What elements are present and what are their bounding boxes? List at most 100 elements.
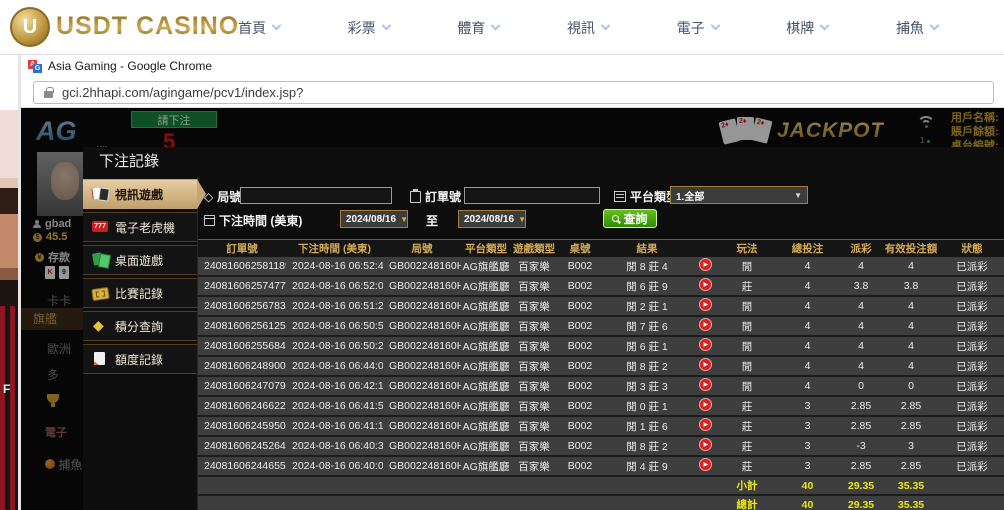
modal-title: 下注記錄 [83, 147, 1004, 177]
chevron-down-icon [272, 21, 282, 31]
column-header: 平台類型 [461, 240, 511, 258]
table-games-icon [92, 253, 108, 267]
sidebar-item-5[interactable]: 額度記錄 [83, 344, 197, 374]
date-to-label: 至 [426, 212, 438, 229]
chevron-down-icon [381, 21, 391, 31]
bet-row: 240816062489001 2024-08-16 06:44:00 GB00… [198, 356, 1004, 376]
subtotal-row: 小計 40 29.35 35.35 [198, 476, 1004, 495]
search-icon [612, 215, 619, 222]
dropdown-arrow-icon: ▼ [518, 215, 526, 224]
list-icon [614, 191, 626, 202]
nav-item-5[interactable]: 棋牌 [786, 18, 828, 38]
round-label: ◇ 局號 [204, 188, 241, 205]
column-header: 遊戲類型 [511, 240, 557, 258]
date-from-select[interactable]: 2024/08/16 ▼ [340, 210, 408, 228]
search-button[interactable]: 查詢 [603, 209, 657, 228]
column-header: 總投注 [775, 240, 840, 258]
site-logo-text: USDT CASINO [56, 12, 239, 41]
sidebar-item-4[interactable]: 積分查詢 [83, 311, 197, 341]
nav-item-0[interactable]: 首頁 [238, 18, 280, 38]
total-row: 總計 40 29.35 35.35 [198, 495, 1004, 510]
site-logo-coin: U [10, 7, 50, 47]
round-icon: ◇ [204, 190, 213, 204]
column-header: 訂單號 [198, 240, 286, 258]
round-input[interactable] [240, 187, 392, 204]
bet-records-modal: 下注記錄 視訊遊戲 電子老虎機 桌面遊戲 比賽記錄 積分查詢 額度記錄 [83, 147, 1004, 510]
play-video-button[interactable] [699, 338, 712, 351]
lock-icon [44, 91, 53, 98]
platform-type-select[interactable]: 1.全部 ▼ [670, 186, 808, 204]
column-header [691, 240, 719, 258]
column-header: 桌號 [557, 240, 603, 258]
bet-row: 240816062466225 2024-08-16 06:41:52 GB00… [198, 396, 1004, 416]
nav-item-6[interactable]: 捕魚 [896, 18, 938, 38]
dropdown-arrow-icon: ▼ [400, 215, 408, 224]
sidebar-item-1[interactable]: 電子老虎機 [83, 212, 197, 242]
chevron-down-icon [820, 21, 830, 31]
chevron-down-icon [601, 21, 611, 31]
chevron-down-icon [710, 21, 720, 31]
sidebar-item-0[interactable]: 視訊遊戲 [83, 179, 197, 209]
nav-item-4[interactable]: 電子 [677, 18, 719, 38]
play-video-button[interactable] [699, 318, 712, 331]
play-video-button[interactable] [699, 278, 712, 291]
chrome-urlbar: gci.2hhapi.com/agingame/pcv1/index.jsp? [21, 77, 1004, 108]
play-video-button[interactable] [699, 438, 712, 451]
ag-content: AG ASIA GAMING 請下注 5 gbad $ 45.5 ¥ 存款 K … [21, 108, 1004, 510]
calendar-icon [204, 215, 215, 226]
points-icon [92, 319, 108, 333]
order-input[interactable] [464, 187, 600, 204]
bet-row: 240816062459507 2024-08-16 06:41:16 GB00… [198, 416, 1004, 436]
chevron-down-icon [929, 21, 939, 31]
date-to-select[interactable]: 2024/08/16 ▼ [458, 210, 526, 228]
clipboard-icon [410, 191, 421, 203]
play-video-button[interactable] [699, 378, 712, 391]
modal-main: ◇ 局號 訂單號 平台類型 1.全部 ▼ [198, 177, 1004, 510]
nav-item-3[interactable]: 視訊 [567, 18, 609, 38]
chrome-window: A G Asia Gaming - Google Chrome gci.2hha… [18, 55, 1004, 510]
column-header: 狀態 [940, 240, 1004, 258]
bet-row: 240816062470794 2024-08-16 06:42:15 GB00… [198, 376, 1004, 396]
bet-row: 240816062581189 2024-08-16 06:52:40 GB00… [198, 257, 1004, 276]
site-header: U USDT CASINO 首頁 彩票 體育 視訊 電子 棋牌 捕魚 [0, 0, 1004, 55]
play-video-button[interactable] [699, 358, 712, 371]
column-header: 玩法 [719, 240, 775, 258]
slot-777-icon [92, 220, 108, 234]
column-header: 派彩 [840, 240, 882, 258]
video-cards-icon [92, 187, 108, 201]
window-title: Asia Gaming - Google Chrome [48, 59, 212, 73]
column-header: 結果 [603, 240, 691, 258]
bet-time-label: 下注時間 (美東) [204, 212, 302, 229]
play-video-button[interactable] [699, 298, 712, 311]
dropdown-arrow-icon: ▼ [794, 191, 802, 200]
chevron-down-icon [491, 21, 501, 31]
match-record-icon [92, 286, 108, 300]
background-footballer-image [0, 110, 18, 510]
url-text: gci.2hhapi.com/agingame/pcv1/index.jsp? [62, 85, 303, 100]
bet-table-header-row: 訂單號下注時間 (美東)局號平台類型遊戲類型桌號結果 玩法總投注派彩有效投注額狀態 [198, 240, 1004, 258]
main-nav: 首頁 彩票 體育 視訊 電子 棋牌 捕魚 [238, 0, 938, 55]
quota-icon [92, 352, 108, 366]
play-video-button[interactable] [699, 398, 712, 411]
column-header: 局號 [383, 240, 461, 258]
bet-row: 240816062561255 2024-08-16 06:50:51 GB00… [198, 316, 1004, 336]
url-bar[interactable]: gci.2hhapi.com/agingame/pcv1/index.jsp? [33, 81, 994, 104]
nav-item-2[interactable]: 體育 [457, 18, 499, 38]
sidebar-item-3[interactable]: 比賽記錄 [83, 278, 197, 308]
bet-table-body: 240816062581189 2024-08-16 06:52:40 GB00… [198, 257, 1004, 510]
asia-gaming-favicon: A G [28, 60, 42, 73]
bet-row: 240816062452649 2024-08-16 06:40:38 GB00… [198, 436, 1004, 456]
play-video-button[interactable] [699, 458, 712, 471]
chrome-titlebar: A G Asia Gaming - Google Chrome [21, 55, 1004, 77]
play-video-button[interactable] [699, 258, 712, 271]
nav-item-1[interactable]: 彩票 [348, 18, 390, 38]
sidebar-item-2[interactable]: 桌面遊戲 [83, 245, 197, 275]
order-label: 訂單號 [410, 188, 461, 205]
modal-sidebar: 視訊遊戲 電子老虎機 桌面遊戲 比賽記錄 積分查詢 額度記錄 [83, 177, 198, 510]
platform-type-label: 平台類型 [614, 188, 678, 205]
column-header: 有效投注額 [882, 240, 940, 258]
bet-row: 240816062567832 2024-08-16 06:51:24 GB00… [198, 296, 1004, 316]
play-video-button[interactable] [699, 418, 712, 431]
column-header: 下注時間 (美東) [286, 240, 383, 258]
bet-table: 訂單號下注時間 (美東)局號平台類型遊戲類型桌號結果 玩法總投注派彩有效投注額狀態… [198, 239, 1004, 510]
